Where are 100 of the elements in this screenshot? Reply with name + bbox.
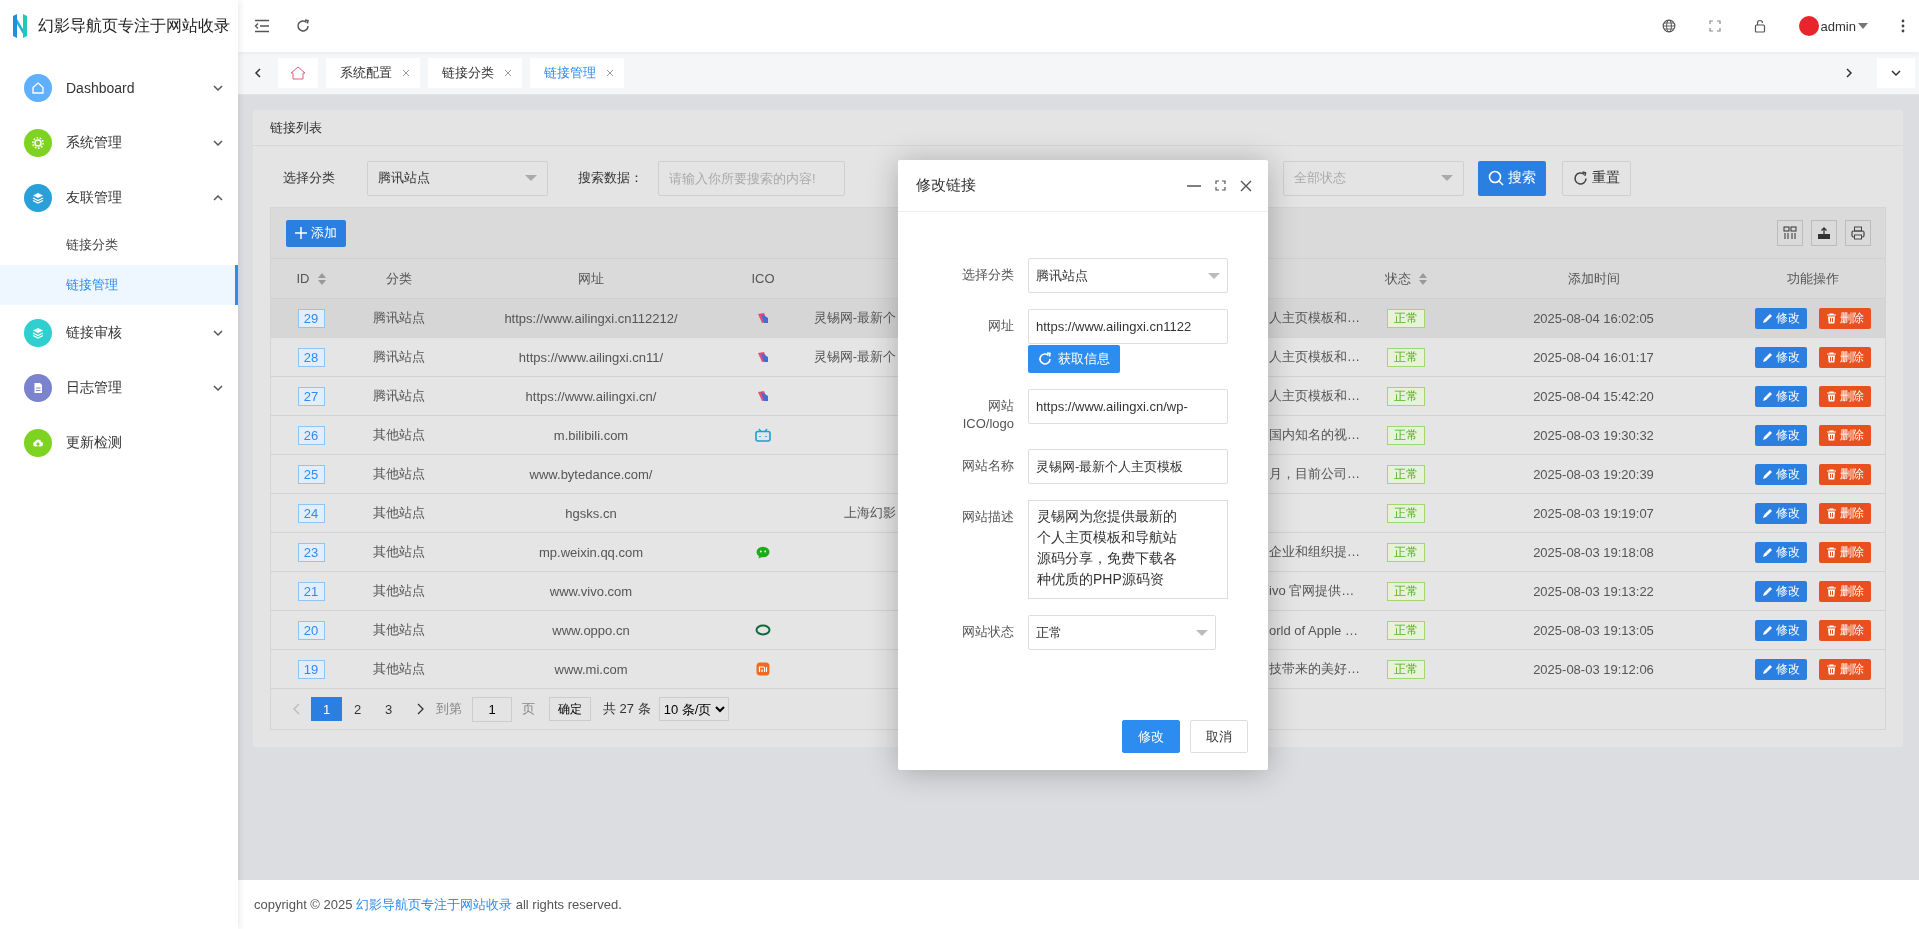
delete-button[interactable]: 删除 [1819,385,1871,407]
cancel-button[interactable]: 取消 [1190,720,1248,753]
table-cell: hgsks.cn [565,505,617,521]
table-cell: 其他站点 [373,621,425,639]
submenu-item[interactable]: 链接分类 [0,225,238,265]
caret-icon [1196,629,1208,636]
edit-button[interactable]: 修改 [1755,502,1807,524]
refresh-icon [1038,352,1052,366]
fullscreen-icon[interactable] [1708,20,1721,32]
table-cell: 2025-08-03 19:20:39 [1533,466,1654,482]
refresh-icon[interactable] [296,19,310,33]
pencil-icon [1762,312,1773,324]
print-icon [1851,226,1865,240]
table-cell: 其他站点 [373,426,425,444]
trash-icon [1826,507,1837,519]
copyright-text: copyright © 2025 幻影导航页专注于网站收录 all rights reserved. [254,895,622,914]
textarea-field[interactable]: 灵锡网为您提供最新的个人主页模板和导航站源码分享，免费下载各种优质的PHP源码资 [1028,500,1228,599]
site-link[interactable]: 幻影导航页专注于网站收录 [356,896,513,912]
table-cell: 2025-08-03 19:18:08 [1533,544,1654,560]
edit-button[interactable]: 修改 [1755,463,1807,485]
table-cell: www.mi.com [554,661,628,677]
filter-label: 选择分类 [282,169,336,187]
input-field[interactable]: https://www.ailingxi.cn/wp- [1028,389,1228,424]
status-tag: 正常 [1387,464,1425,484]
house-icon [290,66,306,80]
delete-button[interactable]: 删除 [1819,502,1871,524]
menu-item[interactable]: 日志管理 [0,360,238,415]
delete-button[interactable]: 删除 [1819,346,1871,368]
columns-button[interactable] [1777,220,1803,246]
page-button[interactable]: 1 [311,697,342,721]
menu-item[interactable]: 更新检测 [0,415,238,470]
page-input[interactable]: 1 [472,696,512,722]
delete-button[interactable]: 删除 [1819,463,1871,485]
scroll-right-icon [1843,67,1855,79]
select-field[interactable]: 腾讯站点 [1028,258,1228,293]
caret-icon[interactable] [1858,23,1868,29]
search-button[interactable]: 搜索 [1478,160,1546,196]
delete-button[interactable]: 删除 [1819,307,1871,329]
add-button[interactable]: 添加 [286,219,346,247]
menu-item[interactable]: Dashboard [0,60,238,115]
logo-icon [12,13,28,39]
caret-icon [1441,175,1453,181]
edit-button[interactable]: 修改 [1755,346,1807,368]
menu-item[interactable]: 链接审核 [0,305,238,360]
input-field[interactable]: https://www.ailingxi.cn1122 [1028,309,1228,344]
more-icon[interactable] [1901,19,1905,33]
export-button[interactable] [1811,220,1837,246]
select-field[interactable]: 正常 [1028,615,1216,650]
tab[interactable]: 链接分类 [428,58,522,88]
status-tag: 正常 [1387,659,1425,679]
edit-button[interactable]: 修改 [1755,385,1807,407]
id-badge: 23 [297,542,325,562]
print-button[interactable] [1845,220,1871,246]
edit-button[interactable]: 修改 [1755,307,1807,329]
page-button[interactable]: 2 [342,697,373,721]
gear-icon [31,135,45,150]
maximize-icon[interactable] [1215,180,1226,191]
table-cell: https://www.ailingxi.cn/ [525,388,657,404]
id-badge: 27 [297,386,325,406]
edit-button[interactable]: 修改 [1755,658,1807,680]
user-name[interactable]: admin [1820,18,1856,34]
fetch-info-button[interactable]: 获取信息 [1028,345,1120,373]
input-field[interactable]: 灵锡网-最新个人主页模板 [1028,449,1228,484]
category-select[interactable]: 腾讯站点 [367,160,548,196]
menu-collapse-icon[interactable] [254,19,270,33]
status-tag: 正常 [1387,308,1425,328]
submit-button[interactable]: 修改 [1122,720,1180,753]
menu-item[interactable]: 系统管理 [0,115,238,170]
trash-icon [1826,546,1837,558]
table-cell: 2025-08-03 19:13:22 [1533,583,1654,599]
edit-button[interactable]: 修改 [1755,424,1807,446]
delete-button[interactable]: 删除 [1819,658,1871,680]
table-cell: 腾讯站点 [373,309,425,327]
plus-icon [295,227,307,239]
layers-icon [31,325,45,340]
globe-icon[interactable] [1661,19,1676,33]
edit-button[interactable]: 修改 [1755,580,1807,602]
delete-button[interactable]: 删除 [1819,424,1871,446]
table-cell: 腾讯站点 [373,348,425,366]
confirm-button[interactable]: 确定 [549,697,591,721]
tab[interactable]: 链接管理 [530,58,624,88]
trash-icon [1826,468,1837,480]
table-cell: 其他站点 [373,543,425,561]
submenu-item[interactable]: 链接管理 [0,265,238,305]
page-button[interactable]: 3 [373,697,404,721]
delete-button[interactable]: 删除 [1819,541,1871,563]
delete-button[interactable]: 删除 [1819,580,1871,602]
menu-item[interactable]: 友联管理 [0,170,238,225]
delete-button[interactable]: 删除 [1819,619,1871,641]
close-icon[interactable] [1240,179,1252,192]
table-cell: mp.weixin.qq.com [538,544,643,560]
page-size-select[interactable]: 10 条/页 [658,697,729,721]
lock-icon[interactable] [1753,19,1766,33]
edit-button[interactable]: 修改 [1755,619,1807,641]
reset-button[interactable]: 重置 [1562,160,1631,196]
pencil-icon [1762,390,1773,402]
column-header: ICO [751,271,775,286]
table-cell: 2025-08-03 19:13:05 [1533,622,1654,638]
tab[interactable]: 系统配置 [326,58,420,88]
edit-button[interactable]: 修改 [1755,541,1807,563]
